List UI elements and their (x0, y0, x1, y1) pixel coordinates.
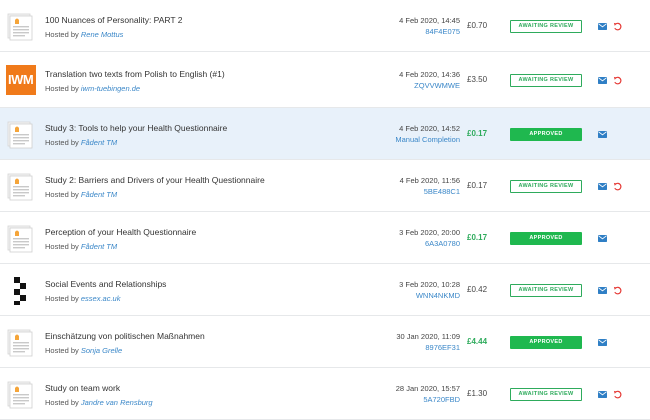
message-icon[interactable] (598, 235, 607, 242)
submission-row[interactable]: Study on team work Hosted by Jandre van R… (0, 368, 650, 420)
study-title[interactable]: Study on team work (45, 383, 120, 393)
completion-code: Manual Completion (395, 135, 460, 144)
submission-date: 28 Jan 2020, 15:57 (395, 384, 460, 393)
hosted-by: Hosted by iwm-tuebingen.de (45, 84, 140, 93)
submission-date: 3 Feb 2020, 10:28 (399, 280, 460, 289)
message-icon[interactable] (598, 339, 607, 346)
study-title[interactable]: Study 3: Tools to help your Health Quest… (45, 123, 227, 133)
return-submission-icon[interactable] (613, 390, 622, 399)
completion-code: WNN4NKMD (415, 291, 460, 300)
researcher-link[interactable]: Jandre van Rensburg (81, 398, 153, 407)
researcher-link[interactable]: essex.ac.uk (81, 294, 121, 303)
document-icon (5, 119, 35, 149)
submission-row[interactable]: Social Events and Relationships Hosted by… (0, 264, 650, 316)
submission-date: 4 Feb 2020, 14:52 (399, 124, 460, 133)
reward-amount: £0.17 (467, 181, 488, 190)
submissions-list: 100 Nuances of Personality: PART 2 Hosted… (0, 0, 650, 420)
hosted-by: Hosted by Fådent TM (45, 138, 117, 147)
study-title[interactable]: Einschätzung von politischen Maßnahmen (45, 331, 205, 341)
reward-amount: £0.70 (467, 21, 488, 30)
reward-amount: £0.42 (467, 285, 488, 294)
completion-code: 5A720FBD (423, 395, 460, 404)
researcher-link[interactable]: Fådent TM (81, 138, 117, 147)
return-submission-icon[interactable] (613, 76, 622, 85)
iwm-logo-text: IWM (8, 72, 34, 87)
completion-code: ZQVVWMWE (414, 81, 460, 90)
status-badge: APPROVED (510, 128, 582, 141)
reward-amount: £0.17 (467, 233, 488, 242)
submission-date: 4 Feb 2020, 14:36 (399, 70, 460, 79)
document-icon (5, 11, 35, 41)
hosted-by: Hosted by Jandre van Rensburg (45, 398, 153, 407)
document-icon (5, 379, 35, 409)
completion-code: 5BE488C1 (423, 187, 460, 196)
status-badge: APPROVED (510, 336, 582, 349)
submission-row[interactable]: Perception of your Health Questionnaire H… (0, 212, 650, 264)
hosted-by: Hosted by Rene Mottus (45, 30, 123, 39)
submission-row[interactable]: Einschätzung von politischen Maßnahmen Ho… (0, 316, 650, 368)
hosted-by-label: Hosted by (45, 346, 79, 355)
message-icon[interactable] (598, 77, 607, 84)
message-icon[interactable] (598, 131, 607, 138)
hosted-by-label: Hosted by (45, 294, 79, 303)
hosted-by: Hosted by Fådent TM (45, 190, 117, 199)
iwm-logo: IWM (6, 65, 36, 95)
document-icon (5, 327, 35, 357)
submission-date: 30 Jan 2020, 11:09 (396, 332, 460, 341)
submission-row[interactable]: Study 3: Tools to help your Health Quest… (0, 108, 650, 160)
submission-row[interactable]: Study 2: Barriers and Drivers of your He… (0, 160, 650, 212)
hosted-by-label: Hosted by (45, 30, 79, 39)
submission-date: 4 Feb 2020, 11:56 (399, 176, 460, 185)
hosted-by-label: Hosted by (45, 190, 79, 199)
document-icon (5, 223, 35, 253)
reward-amount: £3.50 (467, 75, 488, 84)
reward-amount: £4.44 (467, 337, 488, 346)
researcher-link[interactable]: iwm-tuebingen.de (81, 84, 140, 93)
hosted-by-label: Hosted by (45, 84, 79, 93)
status-badge: AWAITING REVIEW (510, 20, 582, 33)
reward-amount: £1.30 (467, 389, 488, 398)
status-badge: APPROVED (510, 232, 582, 245)
status-badge: AWAITING REVIEW (510, 284, 582, 297)
status-badge: AWAITING REVIEW (510, 388, 582, 401)
hosted-by: Hosted by Sonja Grelle (45, 346, 122, 355)
submission-date: 4 Feb 2020, 14:45 (399, 16, 460, 25)
submission-date: 3 Feb 2020, 20:00 (399, 228, 460, 237)
message-icon[interactable] (598, 391, 607, 398)
completion-code: 6A3A0780 (424, 239, 460, 248)
researcher-link[interactable]: Fådent TM (81, 242, 117, 251)
researcher-link[interactable]: Sonja Grelle (81, 346, 122, 355)
status-badge: AWAITING REVIEW (510, 180, 582, 193)
message-icon[interactable] (598, 23, 607, 30)
study-title[interactable]: Study 2: Barriers and Drivers of your He… (45, 175, 265, 185)
status-badge: AWAITING REVIEW (510, 74, 582, 87)
hosted-by: Hosted by essex.ac.uk (45, 294, 120, 303)
submission-row[interactable]: 100 Nuances of Personality: PART 2 Hosted… (0, 0, 650, 52)
return-submission-icon[interactable] (613, 22, 622, 31)
return-submission-icon[interactable] (613, 182, 622, 191)
completion-code: 8976EF31 (425, 343, 460, 352)
study-title[interactable]: Translation two texts from Polish to Eng… (45, 69, 225, 79)
message-icon[interactable] (598, 183, 607, 190)
researcher-link[interactable]: Rene Mottus (81, 30, 124, 39)
message-icon[interactable] (598, 287, 607, 294)
hosted-by: Hosted by Fådent TM (45, 242, 117, 251)
hosted-by-label: Hosted by (45, 138, 79, 147)
document-icon (5, 171, 35, 201)
study-title[interactable]: 100 Nuances of Personality: PART 2 (45, 15, 183, 25)
study-title[interactable]: Social Events and Relationships (45, 279, 166, 289)
study-title[interactable]: Perception of your Health Questionnaire (45, 227, 196, 237)
completion-code: 84F4E075 (425, 27, 460, 36)
hosted-by-label: Hosted by (45, 398, 79, 407)
hosted-by-label: Hosted by (45, 242, 79, 251)
researcher-link[interactable]: Fådent TM (81, 190, 117, 199)
return-submission-icon[interactable] (613, 286, 622, 295)
submission-row[interactable]: IWM Translation two texts from Polish to … (0, 52, 650, 108)
study-logo (5, 275, 35, 305)
reward-amount: £0.17 (467, 129, 488, 138)
